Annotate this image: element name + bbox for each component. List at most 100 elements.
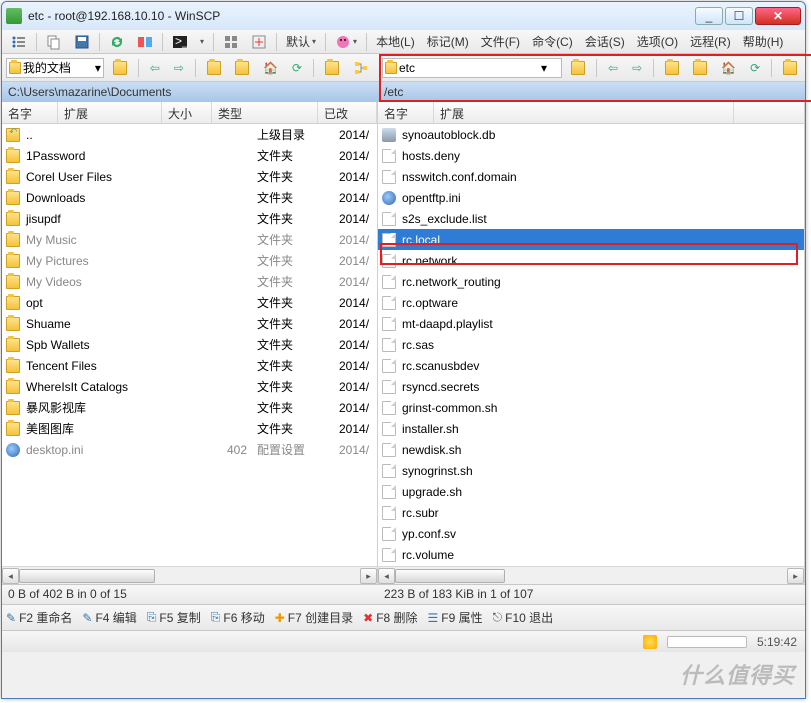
right-nav-home-icon[interactable]: 🏠 [716,59,741,77]
column-header[interactable]: 名字 [2,102,58,123]
left-file-list[interactable]: ..上级目录2014/1Password文件夹2014/Corel User F… [2,124,377,460]
title-bar[interactable]: etc - root@192.168.10.10 - WinSCP _ ☐ ✕ [2,2,805,30]
column-header[interactable]: 扩展 [58,102,162,123]
file-row[interactable]: newdisk.sh [378,439,804,460]
tool-copy-icon[interactable] [41,32,67,52]
file-row[interactable]: Tencent Files文件夹2014/ [2,355,377,376]
right-drive-combo[interactable]: ▾ [382,58,562,78]
column-header[interactable]: 名字 [378,102,434,123]
right-path[interactable]: /etc [378,82,805,102]
file-row[interactable]: 1Password文件夹2014/ [2,145,377,166]
file-row[interactable]: installer.sh [378,418,804,439]
menu-选项(O)[interactable]: 选项(O) [632,31,683,52]
file-row[interactable]: opt文件夹2014/ [2,292,377,313]
file-row[interactable]: WhereIsIt Catalogs文件夹2014/ [2,376,377,397]
column-header[interactable]: 类型 [212,102,318,123]
file-row[interactable]: jisupdf文件夹2014/ [2,208,377,229]
right-nav-open-icon[interactable] [566,59,590,77]
file-row[interactable]: rc.subr [378,502,804,523]
tool-terminal-icon[interactable]: >_ [167,32,193,52]
left-drive-input[interactable] [23,61,93,75]
right-columns[interactable]: 名字扩展 [378,102,804,124]
tool-sync-icon[interactable] [104,32,130,52]
file-row[interactable]: rc.sas [378,334,804,355]
left-nav-fav-icon[interactable] [320,59,344,77]
menu-会话(S)[interactable]: 会话(S) [580,31,630,52]
right-drive-input[interactable] [399,61,539,75]
file-row[interactable]: Downloads文件夹2014/ [2,187,377,208]
right-nav-root-icon[interactable] [688,59,712,77]
fkey-F9[interactable]: ☰F9 属性 [428,609,483,626]
file-row[interactable]: yp.conf.sv [378,523,804,544]
menu-帮助(H)[interactable]: 帮助(H) [738,31,789,52]
left-nav-up-icon[interactable] [202,59,226,77]
file-row[interactable]: Corel User Files文件夹2014/ [2,166,377,187]
right-nav-find-icon[interactable] [778,59,802,77]
tool-grid-icon[interactable] [218,32,244,52]
right-file-list[interactable]: synoautoblock.dbhosts.denynsswitch.conf.… [378,124,804,566]
chevron-down-icon[interactable]: ▾ [541,61,547,75]
file-row[interactable]: desktop.ini402配置设置2014/ [2,439,377,460]
file-row[interactable]: rc.optware [378,292,804,313]
chevron-down-icon[interactable]: ▾ [95,61,101,75]
fkey-F7[interactable]: ✚F7 创建目录 [275,609,353,626]
file-row[interactable]: hosts.deny [378,145,804,166]
file-row[interactable]: nsswitch.conf.domain [378,166,804,187]
fkey-F5[interactable]: ⎘F5 复制 [147,609,201,626]
file-row[interactable]: rc.volume [378,544,804,565]
file-row[interactable]: synogrinst.sh [378,460,804,481]
file-row[interactable]: My Videos文件夹2014/ [2,271,377,292]
file-row[interactable]: upgrade.sh [378,481,804,502]
left-drive-combo[interactable]: ▾ [6,58,104,78]
fkey-F4[interactable]: ✎F4 编辑 [82,609,136,626]
maximize-button[interactable]: ☐ [725,7,753,25]
menu-命令(C)[interactable]: 命令(C) [527,31,578,52]
file-row[interactable]: My Music文件夹2014/ [2,229,377,250]
right-nav-back-icon[interactable]: ⇦ [603,59,623,77]
left-nav-back-icon[interactable]: ⇦ [145,59,165,77]
left-nav-tree-icon[interactable] [348,58,374,78]
file-row[interactable]: rsyncd.secrets [378,376,804,397]
menu-远程(R)[interactable]: 远程(R) [685,31,736,52]
close-button[interactable]: ✕ [755,7,801,25]
right-nav-tree-icon[interactable] [806,58,811,78]
scroll-left-button[interactable]: ◂ [2,568,19,584]
scroll-thumb[interactable] [19,569,155,583]
file-row[interactable]: rc.scanusbdev [378,355,804,376]
scroll-left-button[interactable]: ◂ [378,568,395,584]
tool-save-icon[interactable] [69,32,95,52]
left-nav-root-icon[interactable] [230,59,254,77]
file-row[interactable]: rc.network [378,250,804,271]
left-path[interactable]: C:\Users\mazarine\Documents [2,82,378,102]
column-header[interactable]: 已改 [318,102,377,123]
scroll-right-button[interactable]: ▸ [787,568,804,584]
left-nav-open-icon[interactable] [108,59,132,77]
left-nav-fwd-icon[interactable]: ⇨ [169,59,189,77]
file-row[interactable]: s2s_exclude.list [378,208,804,229]
fkey-F2[interactable]: ✎F2 重命名 [6,609,72,626]
left-columns[interactable]: 名字扩展大小类型已改 [2,102,377,124]
tool-compare-icon[interactable] [132,32,158,52]
left-nav-refresh-icon[interactable]: ⟳ [287,59,307,77]
right-nav-fwd-icon[interactable]: ⇨ [627,59,647,77]
tool-default-label[interactable]: 默认▾ [281,31,321,52]
right-nav-up-icon[interactable] [660,59,684,77]
file-row[interactable]: My Pictures文件夹2014/ [2,250,377,271]
file-row[interactable]: opentftp.ini [378,187,804,208]
menu-标记(M)[interactable]: 标记(M) [422,31,474,52]
tool-zoom-icon[interactable] [246,32,272,52]
file-row[interactable]: grinst-common.sh [378,397,804,418]
file-row[interactable]: rc.network_routing [378,271,804,292]
minimize-button[interactable]: _ [695,7,723,25]
tool-dropdown-1[interactable]: ▾ [195,35,209,48]
right-nav-refresh-icon[interactable]: ⟳ [745,59,765,77]
file-row[interactable]: rc.local [378,229,804,250]
file-row[interactable]: ..上级目录2014/ [2,124,377,145]
file-row[interactable]: mt-daapd.playlist [378,313,804,334]
scroll-thumb[interactable] [395,569,505,583]
column-header[interactable]: 扩展 [434,102,734,123]
tool-bullets-icon[interactable] [6,32,32,52]
file-row[interactable]: Spb Wallets文件夹2014/ [2,334,377,355]
fkey-F10[interactable]: ⎋F10 退出 [493,609,554,626]
column-header[interactable]: 大小 [162,102,212,123]
